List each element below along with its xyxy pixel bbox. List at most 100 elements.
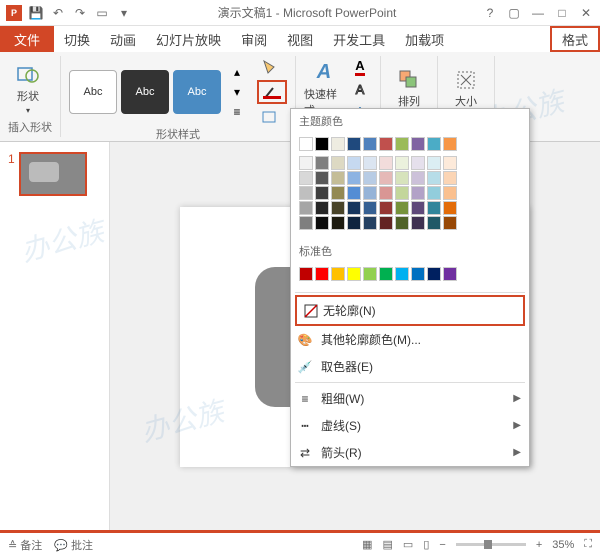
ribbon-options-icon[interactable]: ▢ [504,3,524,23]
color-swatch[interactable] [363,186,377,200]
weight-item[interactable]: ≡ 粗细(W) ▶ [291,385,529,412]
color-swatch[interactable] [443,186,457,200]
shape-effects-button[interactable] [257,108,281,126]
maximize-icon[interactable]: □ [552,3,572,23]
reading-view-icon[interactable]: ▭ [403,538,413,551]
color-swatch[interactable] [443,201,457,215]
normal-view-icon[interactable]: ▦ [362,538,372,551]
color-swatch[interactable] [395,137,409,151]
color-swatch[interactable] [299,137,313,151]
color-swatch[interactable] [395,216,409,230]
more-colors-item[interactable]: 🎨 其他轮廓颜色(M)... [291,326,529,353]
color-swatch[interactable] [379,156,393,170]
color-swatch[interactable] [443,137,457,151]
comments-button[interactable]: 💬 批注 [54,537,93,553]
color-swatch[interactable] [411,171,425,185]
color-swatch[interactable] [379,186,393,200]
color-swatch[interactable] [331,201,345,215]
color-swatch[interactable] [363,171,377,185]
arrows-item[interactable]: ⇄ 箭头(R) ▶ [291,439,529,466]
tab-transitions[interactable]: 切换 [54,26,100,52]
tab-developer[interactable]: 开发工具 [323,26,395,52]
color-swatch[interactable] [411,267,425,281]
style-preset-1[interactable]: Abc [69,70,117,114]
color-swatch[interactable] [427,267,441,281]
shape-fill-button[interactable] [257,58,281,76]
tab-view[interactable]: 视图 [277,26,323,52]
color-swatch[interactable] [347,201,361,215]
zoom-level[interactable]: 35% [552,539,574,551]
style-preset-2[interactable]: Abc [121,70,169,114]
color-swatch[interactable] [379,267,393,281]
sorter-view-icon[interactable]: ▤ [383,538,393,551]
color-swatch[interactable] [363,137,377,151]
color-swatch[interactable] [331,267,345,281]
color-swatch[interactable] [411,186,425,200]
minimize-icon[interactable]: — [528,3,548,23]
color-swatch[interactable] [347,267,361,281]
color-swatch[interactable] [411,216,425,230]
color-swatch[interactable] [411,156,425,170]
color-swatch[interactable] [363,216,377,230]
color-swatch[interactable] [347,171,361,185]
color-swatch[interactable] [299,216,313,230]
slideshow-view-icon[interactable]: ▯ [423,538,429,551]
color-swatch[interactable] [411,137,425,151]
color-swatch[interactable] [315,171,329,185]
shape-outline-button[interactable] [257,80,287,104]
color-swatch[interactable] [299,267,313,281]
zoom-out-button[interactable]: − [439,539,445,551]
color-swatch[interactable] [363,156,377,170]
slideshow-icon[interactable]: ▭ [92,3,112,23]
color-swatch[interactable] [331,156,345,170]
tab-review[interactable]: 审阅 [231,26,277,52]
text-outline-button[interactable]: A [348,80,372,98]
color-swatch[interactable] [427,186,441,200]
tab-addins[interactable]: 加载项 [395,26,454,52]
color-swatch[interactable] [299,171,313,185]
save-icon[interactable]: 💾 [26,3,46,23]
color-swatch[interactable] [315,137,329,151]
color-swatch[interactable] [315,186,329,200]
undo-icon[interactable]: ↶ [48,3,68,23]
color-swatch[interactable] [443,156,457,170]
text-fill-button[interactable]: A [348,58,372,76]
dashes-item[interactable]: ┅ 虚线(S) ▶ [291,412,529,439]
color-swatch[interactable] [299,186,313,200]
color-swatch[interactable] [331,216,345,230]
color-swatch[interactable] [299,156,313,170]
color-swatch[interactable] [347,137,361,151]
color-swatch[interactable] [443,171,457,185]
fit-window-icon[interactable]: ⛶ [584,538,592,551]
color-swatch[interactable] [315,216,329,230]
zoom-in-button[interactable]: + [536,539,542,551]
close-icon[interactable]: ✕ [576,3,596,23]
color-swatch[interactable] [427,201,441,215]
color-swatch[interactable] [395,267,409,281]
gallery-up-icon[interactable]: ▴ [225,63,249,81]
color-swatch[interactable] [347,156,361,170]
color-swatch[interactable] [427,171,441,185]
color-swatch[interactable] [331,171,345,185]
gallery-more-icon[interactable]: ≡ [225,103,249,121]
color-swatch[interactable] [347,186,361,200]
shapes-button[interactable]: 形状 ▾ [8,59,48,119]
color-swatch[interactable] [395,156,409,170]
color-swatch[interactable] [427,216,441,230]
no-outline-item[interactable]: 无轮廓(N) [295,295,525,326]
color-swatch[interactable] [315,267,329,281]
color-swatch[interactable] [395,201,409,215]
slide-thumbnail-1[interactable]: 1 [8,152,101,196]
color-swatch[interactable] [395,186,409,200]
color-swatch[interactable] [331,137,345,151]
style-preset-3[interactable]: Abc [173,70,221,114]
color-swatch[interactable] [379,171,393,185]
tab-format[interactable]: 格式 [550,26,600,52]
color-swatch[interactable] [379,137,393,151]
color-swatch[interactable] [363,201,377,215]
redo-icon[interactable]: ↷ [70,3,90,23]
color-swatch[interactable] [315,156,329,170]
color-swatch[interactable] [443,216,457,230]
zoom-slider[interactable] [456,543,526,546]
color-swatch[interactable] [427,156,441,170]
